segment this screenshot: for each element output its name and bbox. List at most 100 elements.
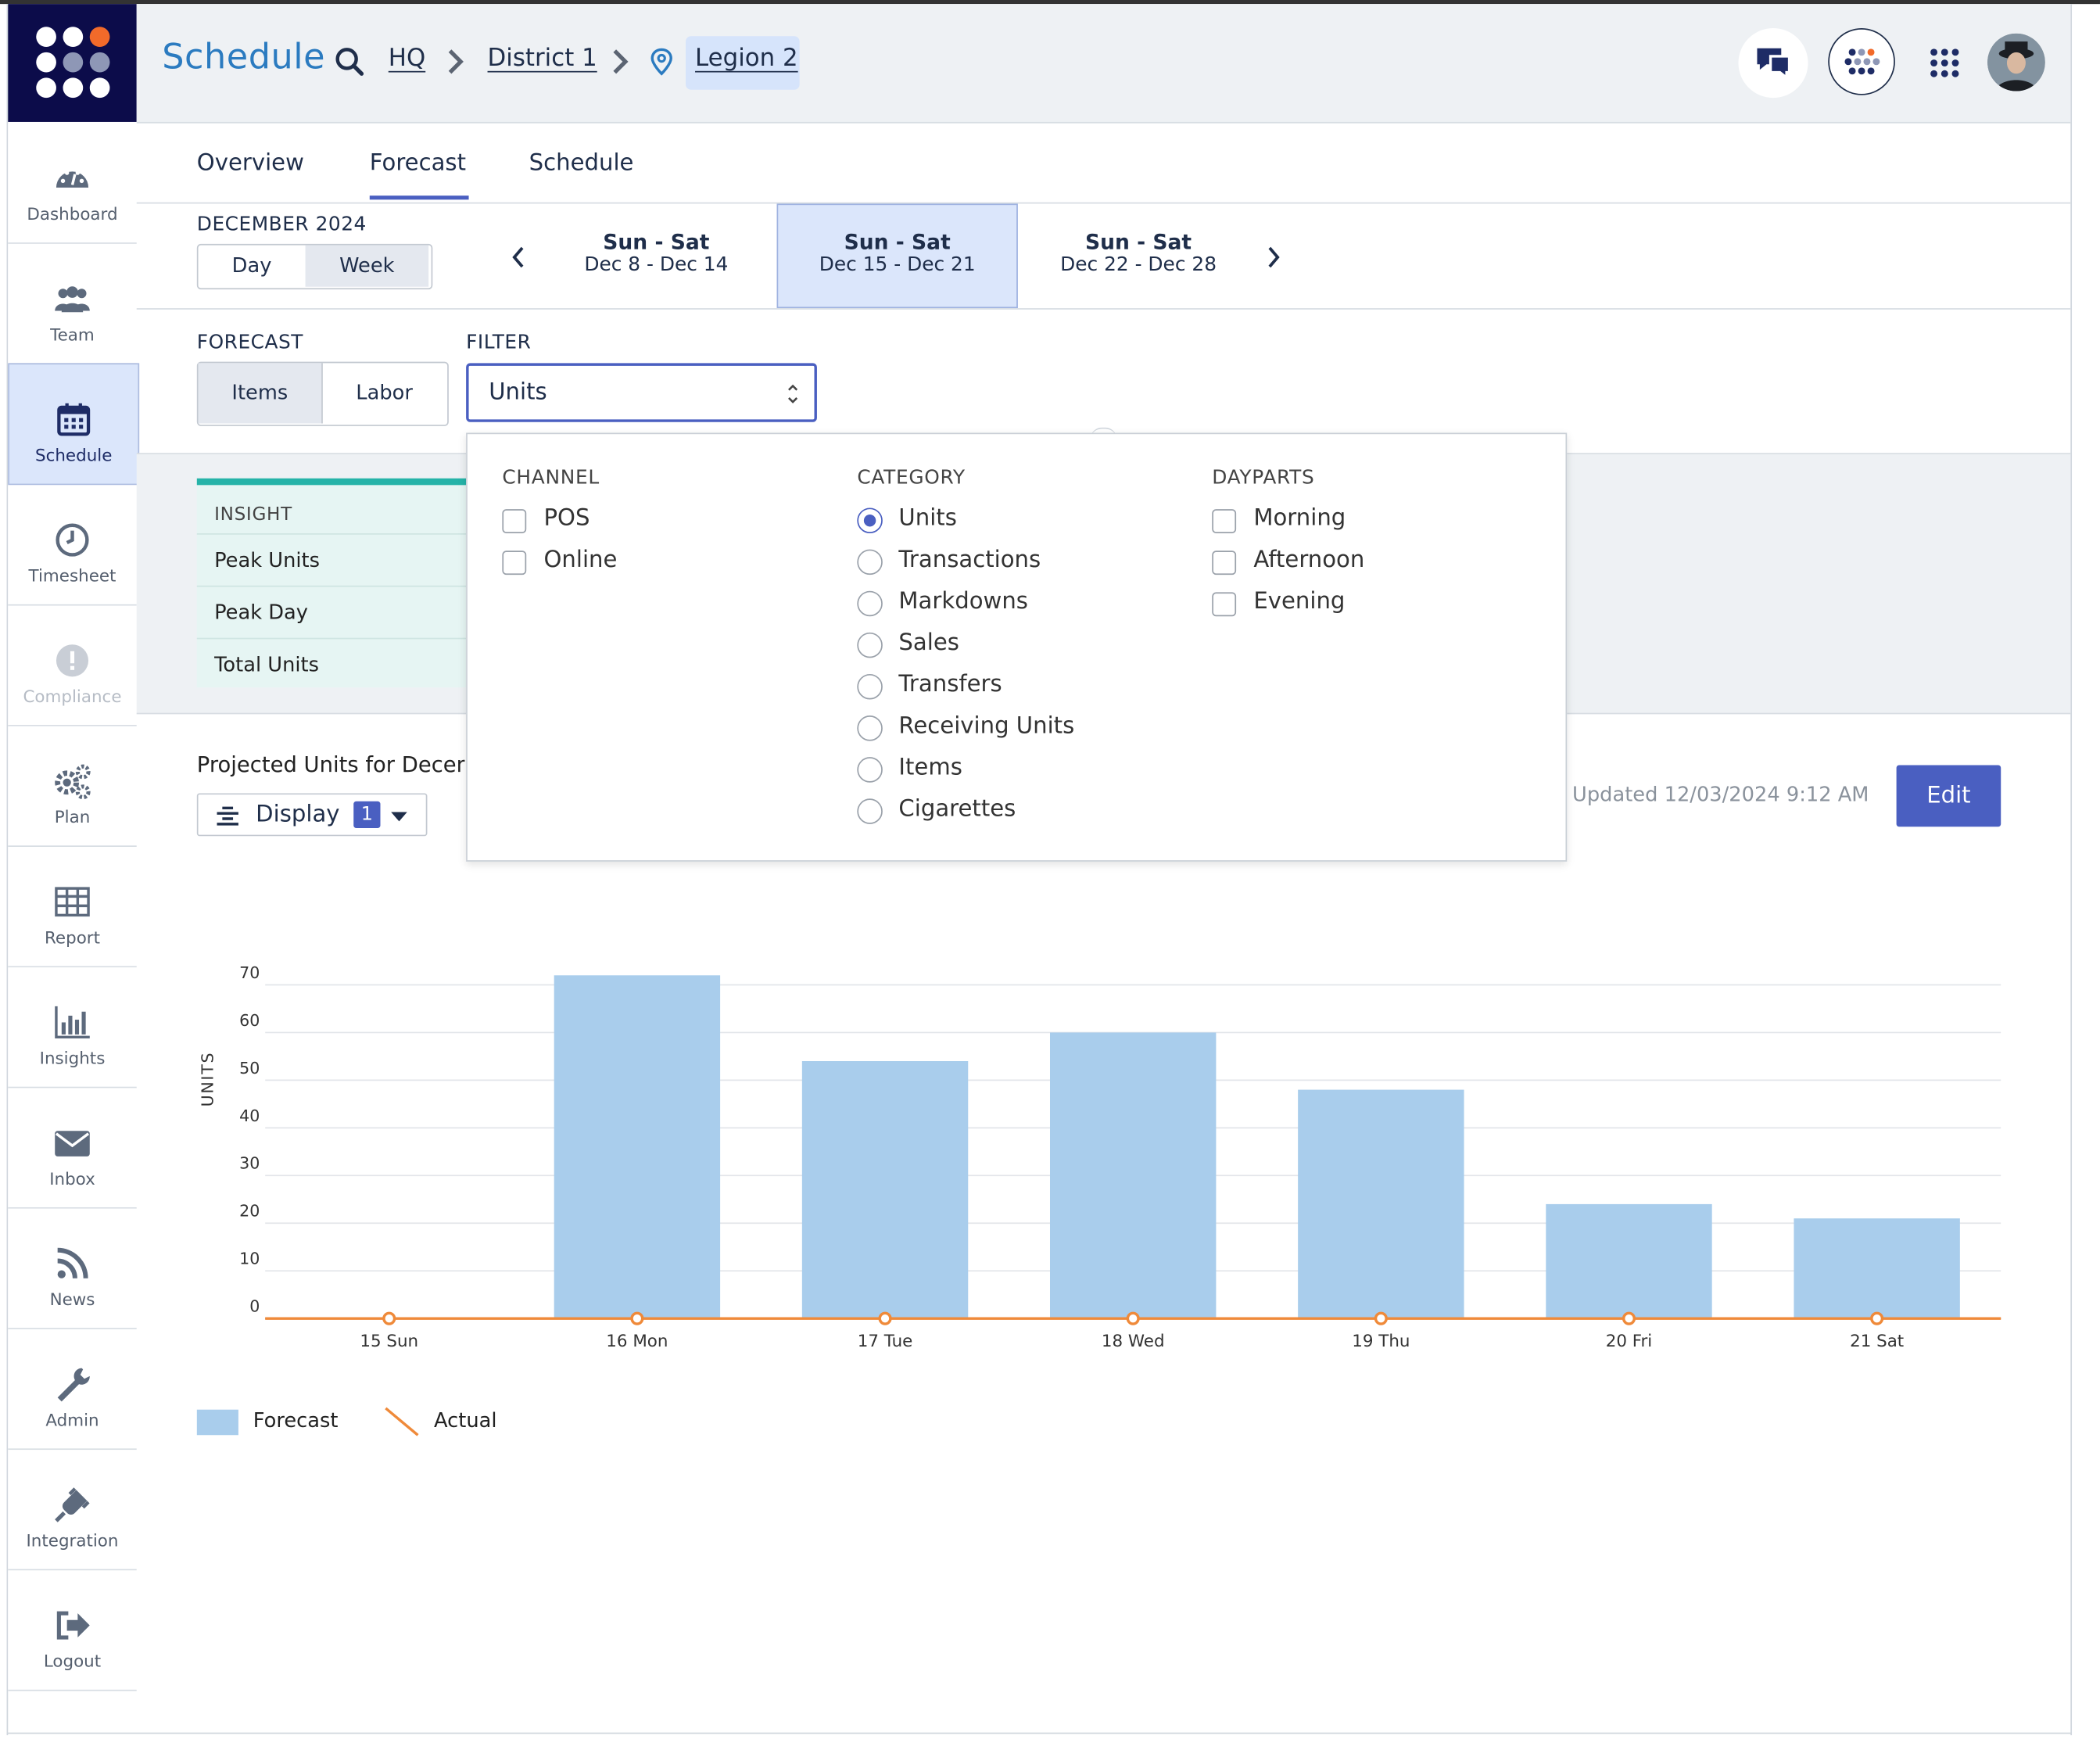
week-option-3[interactable]: Sun - Sat Dec 22 - Dec 28 <box>1018 205 1259 307</box>
sidebar-item-report[interactable]: Report <box>8 846 137 968</box>
search-icon[interactable] <box>334 45 366 77</box>
display-dropdown[interactable]: Display 1 <box>196 793 428 837</box>
envelope-icon <box>52 1123 92 1163</box>
period-divider <box>136 308 2071 310</box>
apps-grid-button[interactable] <box>1828 27 1895 95</box>
category-option-label: Transfers <box>898 671 1002 698</box>
week-range-label: Sun - Sat <box>1084 230 1192 255</box>
align-center-icon <box>217 806 238 826</box>
chat-icon <box>1757 48 1791 81</box>
y-tick-label: 40 <box>239 1106 260 1125</box>
legend-actual-swatch <box>383 1406 421 1438</box>
y-axis-label: UNITS <box>198 1051 217 1107</box>
labor-button[interactable]: Labor <box>323 363 446 423</box>
grid-menu-icon[interactable] <box>1929 47 1961 79</box>
category-caption: CATEGORY <box>857 468 966 489</box>
category-radio-sales[interactable] <box>857 632 883 658</box>
week-option-2-selected[interactable]: Sun - Sat Dec 15 - Dec 21 <box>776 203 1018 309</box>
frame-bottom-border <box>6 1732 2073 1734</box>
day-button[interactable]: Day <box>199 246 306 287</box>
x-tick-label: 18 Wed <box>1102 1332 1165 1351</box>
sidebar-item-schedule[interactable]: Schedule <box>8 363 140 486</box>
sidebar-item-logout[interactable]: Logout <box>8 1570 137 1691</box>
breadcrumb-district[interactable]: District 1 <box>488 45 597 73</box>
y-tick-label: 70 <box>239 963 260 982</box>
sidebar-item-compliance[interactable]: Compliance <box>8 605 137 726</box>
logout-icon <box>52 1605 92 1645</box>
y-tick-label: 50 <box>239 1059 260 1078</box>
sidebar-item-news[interactable]: News <box>8 1208 137 1329</box>
calendar-icon <box>54 400 94 439</box>
sidebar-item-admin[interactable]: Admin <box>8 1329 137 1451</box>
daypart-option-label: Evening <box>1253 588 1346 615</box>
week-dates-label: Dec 22 - Dec 28 <box>1060 254 1217 277</box>
x-tick-label: 20 Fri <box>1606 1332 1653 1351</box>
week-option-1[interactable]: Sun - Sat Dec 8 - Dec 14 <box>536 205 776 307</box>
sidebar-item-plan[interactable]: Plan <box>8 726 137 847</box>
rss-icon <box>52 1243 92 1283</box>
sidebar-item-insights[interactable]: Insights <box>8 967 137 1088</box>
app-logo[interactable] <box>8 4 137 122</box>
category-radio-transactions[interactable] <box>857 549 883 576</box>
location-pin-icon <box>650 47 674 77</box>
next-week-icon[interactable] <box>1264 244 1283 271</box>
channel-caption: CHANNEL <box>502 468 600 489</box>
category-radio-items[interactable] <box>857 757 883 783</box>
week-range-label: Sun - Sat <box>844 230 951 255</box>
week-dates-label: Dec 8 - Dec 14 <box>584 254 729 277</box>
sort-arrows-icon <box>788 384 798 403</box>
forecast-bar <box>1049 1032 1217 1319</box>
category-radio-units[interactable] <box>857 507 883 534</box>
table-icon <box>52 882 92 922</box>
chat-button[interactable] <box>1738 27 1808 99</box>
daypart-checkbox-morning[interactable] <box>1212 509 1237 534</box>
actual-point <box>1374 1311 1388 1325</box>
projection-title: Projected Units for Decen <box>196 751 465 777</box>
user-avatar[interactable] <box>1987 33 2045 91</box>
y-tick-label: 60 <box>239 1011 260 1030</box>
daypart-option-label: Morning <box>1253 505 1346 533</box>
units-bar-chart: 0 10 20 30 40 50 60 70 15 Sun 16 Mon 17 Tue 18 Wed 1… <box>239 963 2001 1351</box>
sidebar-item-team[interactable]: Team <box>8 243 137 365</box>
team-icon <box>52 278 92 318</box>
filter-select[interactable]: Units <box>466 363 817 422</box>
sidebar-item-timesheet[interactable]: Timesheet <box>8 485 137 606</box>
daypart-checkbox-evening[interactable] <box>1212 592 1237 617</box>
category-option-label: Transactions <box>898 547 1041 574</box>
prev-week-icon[interactable] <box>509 244 528 271</box>
tab-schedule[interactable]: Schedule <box>529 150 634 177</box>
category-option-label: Cigarettes <box>898 795 1016 823</box>
chevron-right-icon <box>446 47 464 77</box>
week-button[interactable]: Week <box>305 245 429 287</box>
sidebar-item-integration[interactable]: Integration <box>8 1450 137 1571</box>
category-radio-cigarettes[interactable] <box>857 798 883 824</box>
tab-overview[interactable]: Overview <box>197 150 304 177</box>
forecast-bar <box>554 975 721 1319</box>
sidebar-item-label: Insights <box>39 1048 106 1068</box>
category-option-label: Receiving Units <box>898 712 1075 740</box>
actual-point <box>1870 1311 1884 1325</box>
insight-header: INSIGHT <box>214 504 292 525</box>
sidebar-item-label: Report <box>45 927 100 948</box>
breadcrumb-hq[interactable]: HQ <box>389 45 425 73</box>
bar-chart-icon <box>52 1002 92 1042</box>
category-radio-transfers[interactable] <box>857 673 883 700</box>
tab-forecast[interactable]: Forecast <box>370 150 466 177</box>
sidebar-item-label: Admin <box>45 1409 99 1430</box>
category-option-label: Units <box>898 505 957 533</box>
channel-checkbox-pos[interactable] <box>502 509 527 534</box>
sidebar-item-inbox[interactable]: Inbox <box>8 1088 137 1209</box>
daypart-checkbox-afternoon[interactable] <box>1212 550 1237 576</box>
dashboard-icon <box>52 158 92 198</box>
edit-button[interactable]: Edit <box>1896 765 2001 827</box>
category-radio-markdowns[interactable] <box>857 590 883 617</box>
sidebar-item-label: Logout <box>43 1651 102 1671</box>
items-button[interactable]: Items <box>198 363 322 424</box>
channel-checkbox-online[interactable] <box>502 550 527 576</box>
category-radio-receiving-units[interactable] <box>857 715 883 741</box>
legend-forecast-swatch <box>196 1409 238 1436</box>
sidebar-item-dashboard[interactable]: Dashboard <box>8 123 137 244</box>
sidebar-item-label: Inbox <box>49 1168 95 1189</box>
breadcrumb-legion[interactable]: Legion 2 <box>695 45 798 73</box>
display-count-badge: 1 <box>353 801 381 829</box>
